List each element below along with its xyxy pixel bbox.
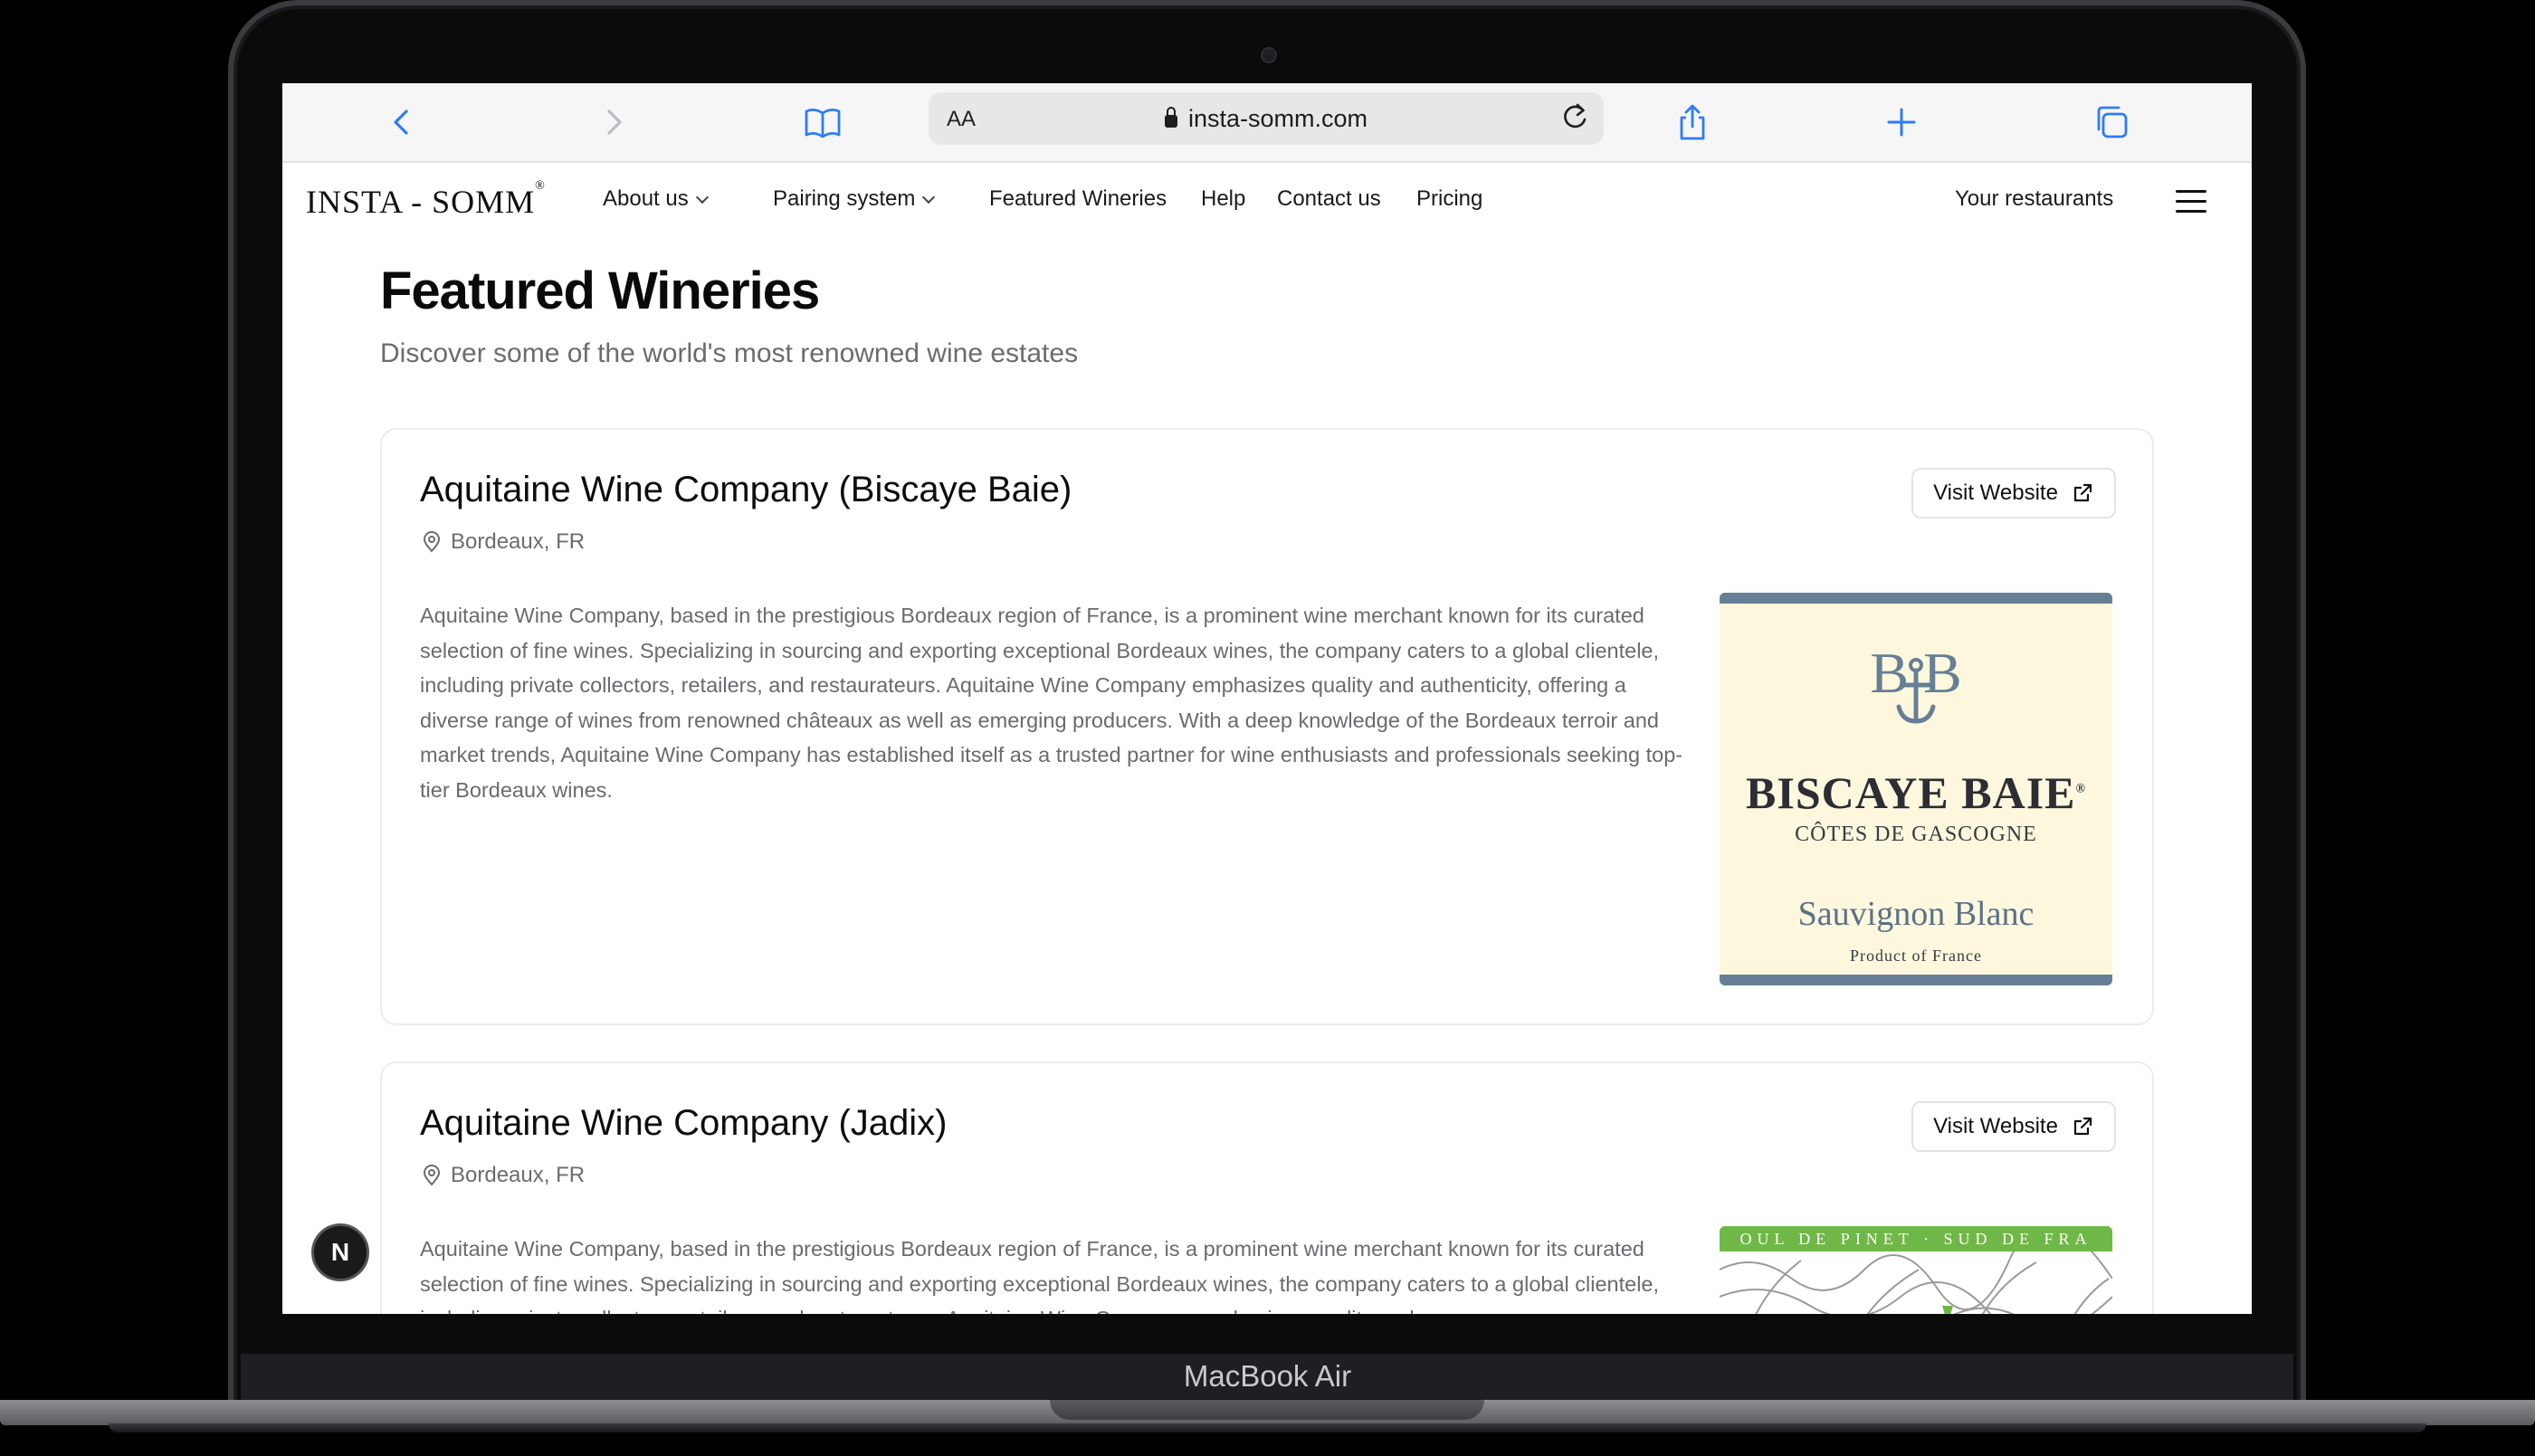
label-brand-mark: ®	[2075, 782, 2086, 796]
label-region: CÔTES DE GASCOGNE	[1795, 823, 2037, 846]
forward-icon[interactable]	[590, 100, 635, 145]
dev-badge[interactable]: N	[311, 1223, 369, 1281]
label-origin: Product of France	[1850, 947, 1982, 965]
visit-website-button[interactable]: Visit Website	[1911, 1101, 2116, 1152]
camera	[1261, 47, 1277, 63]
nav-your-restaurants[interactable]: Your restaurants	[1955, 186, 2113, 212]
back-icon[interactable]	[380, 100, 425, 145]
browser-screen: AA insta-somm.com INSTA - SOMM® About us…	[282, 83, 2252, 1314]
external-link-icon	[2073, 1117, 2092, 1136]
bookmarks-icon[interactable]	[800, 100, 845, 145]
map-pin-icon	[423, 1165, 441, 1186]
site-nav: INSTA - SOMM® About us Pairing system Fe…	[282, 163, 2252, 239]
device-label: MacBook Air	[1183, 1359, 1352, 1393]
url-text: insta-somm.com	[1187, 105, 1368, 132]
nav-help[interactable]: Help	[1201, 186, 1245, 212]
winery-card: Aquitaine Wine Company (Jadix) Bordeaux,…	[380, 1061, 2154, 1314]
label-brand: BISCAYE BAIE	[1746, 767, 2076, 818]
reload-icon[interactable]	[1557, 100, 1593, 136]
chevron-down-icon	[695, 190, 709, 205]
winery-description: Aquitaine Wine Company, based in the pre…	[420, 604, 1683, 802]
address-bar[interactable]: AA insta-somm.com	[929, 92, 1604, 145]
new-tab-icon[interactable]	[1879, 100, 1924, 145]
winery-name: Aquitaine Wine Company (Jadix)	[420, 1103, 948, 1143]
winery-card: Aquitaine Wine Company (Biscaye Baie) Bo…	[380, 428, 2154, 1025]
external-link-icon	[2073, 483, 2092, 502]
nav-pairing-system[interactable]: Pairing system	[773, 186, 936, 212]
nav-about-us[interactable]: About us	[603, 186, 709, 212]
label-band-text: OUL DE PINET · SUD DE FRA	[1720, 1226, 2112, 1251]
share-icon[interactable]	[1670, 100, 1715, 145]
leaf-pattern-icon	[1720, 1226, 2112, 1314]
wine-label-image: B B BISCAYE BAIE® CÔTES DE GASCOGNE Sauv…	[1720, 593, 2112, 985]
menu-icon[interactable]	[2176, 190, 2206, 214]
winery-description: Aquitaine Wine Company, based in the pre…	[420, 1237, 1660, 1314]
anchor-monogram-icon: B B	[1720, 636, 2112, 736]
safari-toolbar: AA insta-somm.com	[282, 83, 2252, 163]
registered-mark: ®	[535, 179, 546, 193]
site-logo[interactable]: INSTA - SOMM®	[306, 179, 546, 221]
nav-pricing[interactable]: Pricing	[1416, 186, 1482, 212]
tabs-icon[interactable]	[2089, 100, 2134, 145]
laptop-base-bottom	[109, 1423, 2426, 1432]
chevron-down-icon	[922, 190, 936, 205]
wine-label-image: OUL DE PINET · SUD DE FRA	[1720, 1226, 2112, 1314]
map-pin-icon	[423, 531, 441, 553]
winery-location: Bordeaux, FR	[420, 529, 585, 555]
winery-location: Bordeaux, FR	[420, 1163, 585, 1188]
page-subtitle: Discover some of the world's most renown…	[380, 338, 1079, 368]
nav-contact-us[interactable]: Contact us	[1277, 186, 1381, 212]
winery-name: Aquitaine Wine Company (Biscaye Baie)	[420, 470, 1072, 509]
label-variety: Sauvignon Blanc	[1797, 895, 2035, 933]
visit-website-button[interactable]: Visit Website	[1911, 468, 2116, 519]
page-title: Featured Wineries	[380, 262, 820, 320]
lock-icon	[1164, 107, 1177, 128]
laptop-notch	[1050, 1400, 1484, 1420]
nav-featured-wineries[interactable]: Featured Wineries	[989, 186, 1167, 212]
